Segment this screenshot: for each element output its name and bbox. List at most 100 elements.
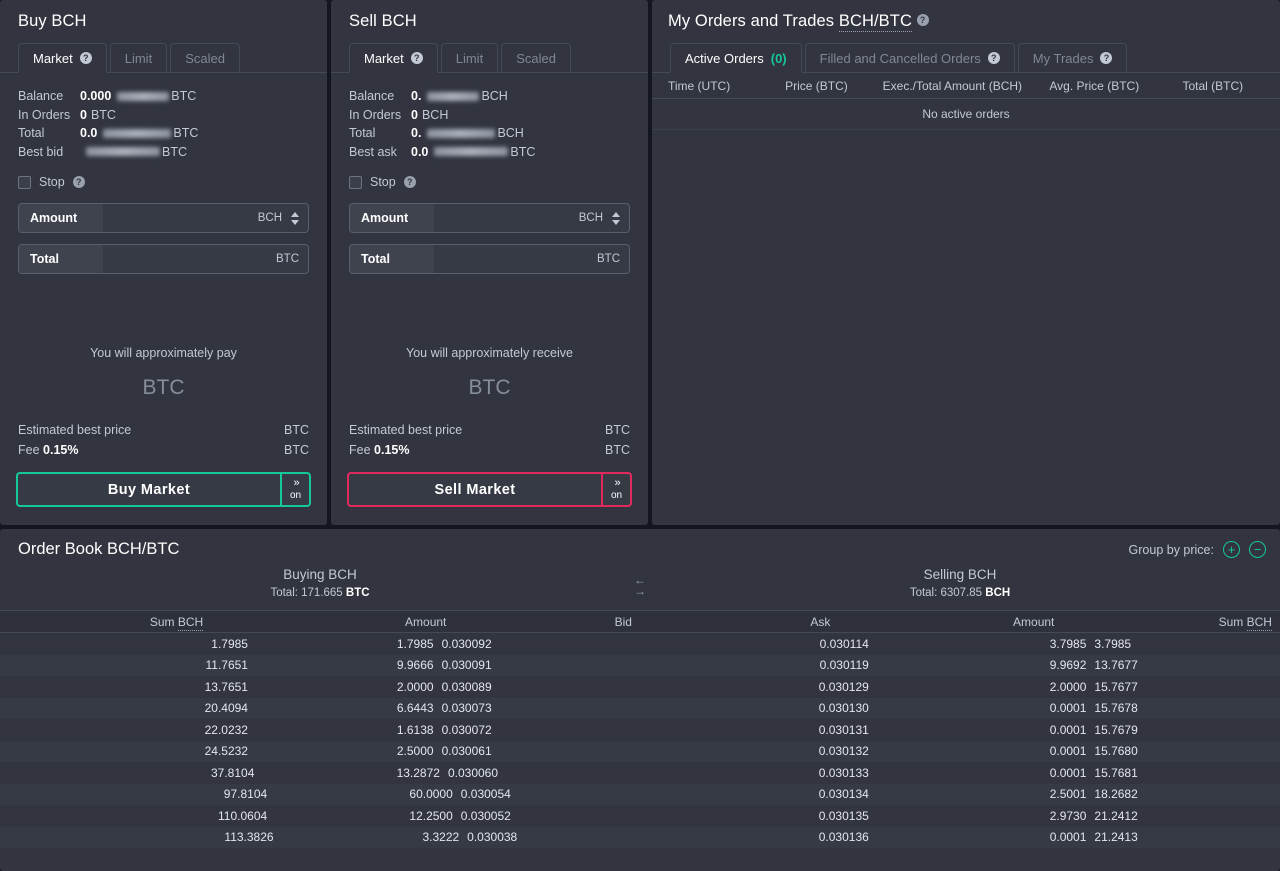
buy-confirm-toggle[interactable]: » on [280,472,311,507]
sell-stop-checkbox[interactable] [349,175,362,189]
buy-balance-unit: BTC [171,89,197,104]
ask-row[interactable]: 0.030131 0.0001 15.7679 [640,719,1280,741]
ask-row[interactable]: 0.030136 0.0001 21.2413 [640,826,1280,848]
ask-row[interactable]: 0.030132 0.0001 15.7680 [640,740,1280,762]
buy-stop-checkbox[interactable] [18,175,31,189]
tab-label: My Trades [1032,50,1094,66]
bid-row[interactable]: 22.0232 1.6138 0.030072 [0,719,640,741]
bid-row[interactable]: 97.8104 60.0000 0.030054 [0,783,640,805]
buy-fee-value: 0.15% [43,443,79,457]
group-increase-icon[interactable]: + [1223,541,1240,558]
sell-balances: Balance 0. BCH In Orders 0 BCH Total 0. BCH Best … [331,73,648,161]
bids-amount-header[interactable]: Amount [211,615,454,629]
bid-amount: 6.6443 [396,701,434,716]
bid-row[interactable]: 20.4094 6.6443 0.030073 [0,697,640,719]
help-icon[interactable]: ? [410,52,423,64]
stepper-down-icon[interactable] [612,219,620,225]
bid-sum: 24.5232 [204,744,248,759]
tab-label: Limit [455,50,484,66]
ask-row[interactable]: 0.030130 0.0001 15.7678 [640,697,1280,719]
sell-total-field[interactable]: Total BTC [349,244,630,274]
bid-row[interactable]: 24.5232 2.5000 0.030061 [0,740,640,762]
sell-tab-scaled[interactable]: Scaled [501,43,571,73]
buy-balance-value: 0 [80,107,87,122]
tab-label: Filled and Cancelled Orders [819,50,981,66]
group-decrease-icon[interactable]: − [1249,541,1266,558]
bids-price-header[interactable]: Bid [454,615,640,629]
buy-amount-input[interactable] [103,204,258,232]
help-icon[interactable]: ? [916,14,929,26]
help-icon[interactable]: ? [1100,52,1113,64]
help-icon[interactable]: ? [987,52,1000,64]
tab-label: Scaled [185,50,225,66]
buy-fee-row: Fee 0.15% BTC [18,440,309,460]
bid-row[interactable]: 11.7651 9.9666 0.030091 [0,654,640,676]
buy-tab-market[interactable]: Market? [18,43,107,73]
stepper-up-icon[interactable] [612,211,620,217]
bid-amount: 9.9666 [396,658,434,673]
bid-row[interactable]: 37.8104 13.2872 0.030060 [0,762,640,784]
buy-balance-value: 0.0 [80,126,98,141]
buy-total-field[interactable]: Total BTC [18,244,309,274]
ask-row[interactable]: 0.030119 9.9692 13.7677 [640,654,1280,676]
orders-tab-active-orders[interactable]: Active Orders (0) [670,43,802,73]
bid-price: 0.030091 [441,658,492,673]
sell-balance-unit: BTC [510,144,536,159]
ask-row[interactable]: 0.030129 2.0000 15.7677 [640,676,1280,698]
ask-sum: 18.2682 [1094,787,1138,802]
orders-tab-filled-and-cancelled-orders[interactable]: Filled and Cancelled Orders? [804,43,1015,73]
ask-sum: 13.7677 [1094,658,1138,673]
buy-approx-text: You will approximately pay [90,346,237,360]
swap-sides-control[interactable]: ← → [634,574,646,597]
ask-amount: 2.5001 [1049,787,1087,802]
ask-row[interactable]: 0.030135 2.9730 21.2412 [640,805,1280,827]
sell-amount-input[interactable] [434,204,579,232]
bid-amount: 2.0000 [396,679,434,694]
bid-row[interactable]: 13.7651 2.0000 0.030089 [0,676,640,698]
arrow-right-icon[interactable]: → [634,585,646,597]
sell-tab-market[interactable]: Market? [349,43,438,73]
ask-row[interactable]: 0.030114 3.7985 3.7985 [640,633,1280,655]
sell-balance-unit: BCH [481,89,508,104]
buy-tab-limit[interactable]: Limit [109,43,168,73]
sell-total-input[interactable] [434,245,597,273]
buy-amount-field[interactable]: Amount BCH [18,203,309,233]
ask-row[interactable]: 0.030134 2.5001 18.2682 [640,783,1280,805]
help-icon[interactable]: ? [79,52,92,64]
ask-row[interactable]: 0.0301370.000121.2414 [640,848,1280,851]
sell-market-button[interactable]: Sell Market [347,472,601,507]
bids-sum-header[interactable]: Sum BCH [0,614,211,631]
buy-stop-row[interactable]: Stop ? [0,161,327,189]
ask-price: 0.030132 [818,744,869,759]
buy-balance-row: Best bid BTC [18,143,309,162]
bid-price: 0.030054 [460,787,511,802]
order-book-body: 1.7985 1.7985 0.030092 11.7651 9.9666 0.03009… [0,633,1280,851]
asks-amount-header[interactable]: Amount [838,615,1062,629]
stepper-down-icon[interactable] [291,219,299,225]
buy-market-button[interactable]: Buy Market [16,472,280,507]
asks-price-header[interactable]: Ask [640,615,838,629]
sell-amount-stepper[interactable] [612,211,629,225]
sell-stop-row[interactable]: Stop ? [331,161,648,189]
bid-row[interactable]: 1.7985 1.7985 0.030092 [0,633,640,655]
ask-row[interactable]: 0.030133 0.0001 15.7681 [640,762,1280,784]
buy-amount-stepper[interactable] [291,211,308,225]
sell-summary: Estimated best price BTC Fee 0.15% BTC [331,420,648,460]
asks-sum-header[interactable]: Sum BCH [1062,614,1280,631]
orders-tab-my-trades[interactable]: My Trades? [1017,43,1128,73]
bid-amount: 3.3222 [422,830,460,845]
asks-side-title: Selling BCH [923,567,997,582]
buy-total-unit: BTC [276,253,299,265]
bid-row[interactable]: 113.3826 3.3222 0.030038 [0,826,640,848]
sell-balance-label: Balance [349,89,395,104]
help-icon[interactable]: ? [72,176,85,188]
sell-amount-field[interactable]: Amount BCH [349,203,630,233]
buy-tab-scaled[interactable]: Scaled [170,43,240,73]
bid-row[interactable]: 110.0604 12.2500 0.030052 [0,805,640,827]
stepper-up-icon[interactable] [291,211,299,217]
sell-tab-limit[interactable]: Limit [440,43,499,73]
buy-total-input[interactable] [103,245,276,273]
bid-row[interactable]: 116.70493.32220.030024 [0,848,640,851]
help-icon[interactable]: ? [403,176,416,188]
sell-confirm-toggle[interactable]: » on [601,472,632,507]
